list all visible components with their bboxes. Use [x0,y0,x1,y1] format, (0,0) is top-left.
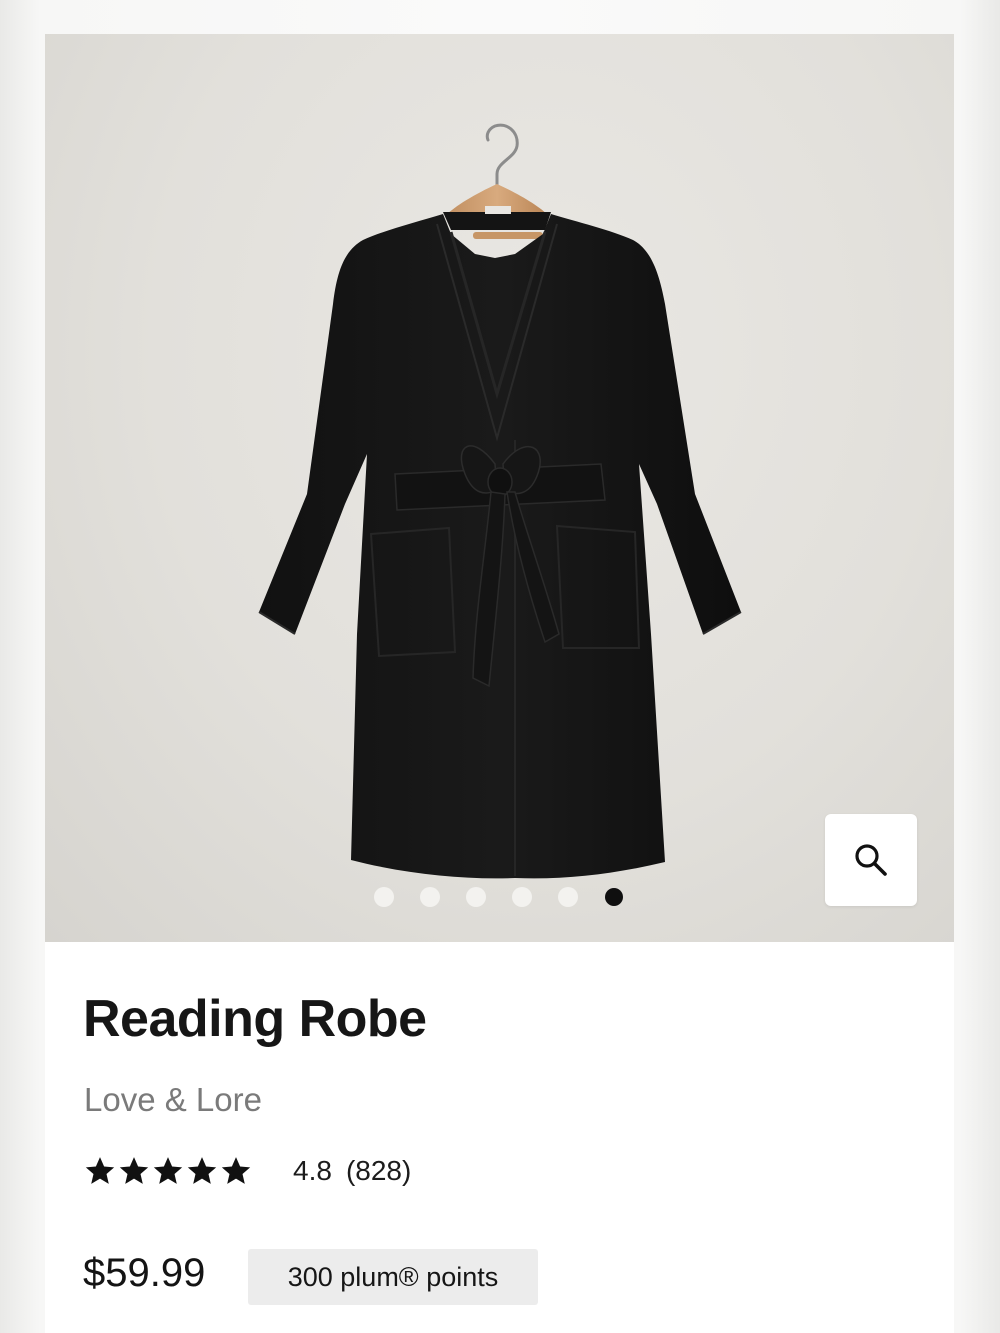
star-icon [85,1157,115,1184]
gallery-dot[interactable] [374,887,394,907]
star-icon [119,1157,149,1184]
product-price: $59.99 [83,1251,206,1295]
product-brand[interactable]: Love & Lore [84,1081,262,1119]
product-image-gallery[interactable] [45,34,954,942]
gallery-dot[interactable] [512,887,532,907]
product-rating[interactable]: 4.8 (828) [83,1151,411,1191]
star-icon [187,1157,217,1184]
star-icon [153,1157,183,1184]
gallery-dot[interactable] [466,887,486,907]
product-title: Reading Robe [83,990,427,1048]
rating-value: 4.8 [293,1155,332,1186]
star-icon [221,1157,251,1184]
review-count[interactable]: (828) [346,1155,411,1187]
gallery-dot-active[interactable] [605,888,623,906]
product-image[interactable] [45,34,954,942]
gallery-pagination [374,887,624,907]
gallery-dot[interactable] [420,887,440,907]
search-icon [855,844,887,876]
zoom-button[interactable] [825,814,917,906]
points-badge: 300 plum® points [248,1249,538,1305]
gallery-dot[interactable] [558,887,578,907]
product-card: Reading Robe Love & Lore 4.8 (828) $59.9… [45,34,954,1333]
star-rating [83,1154,253,1188]
